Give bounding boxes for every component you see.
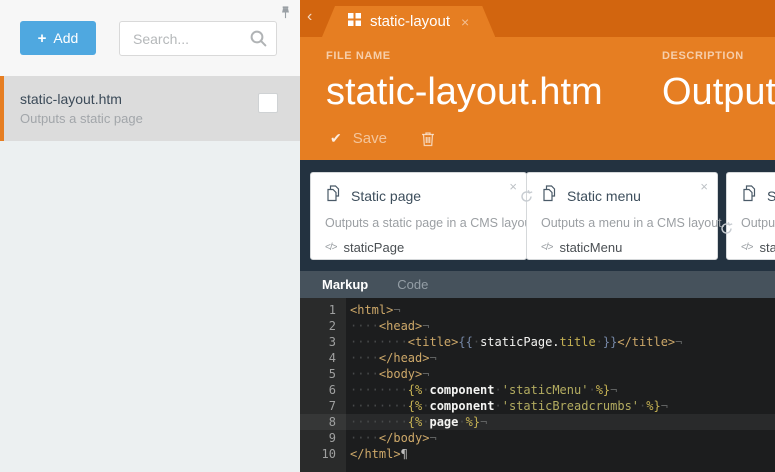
file-item-title: static-layout.htm — [20, 90, 250, 109]
document-header: FILE NAME static-layout.htm DESCRIPTION … — [300, 37, 775, 160]
pages-icon — [741, 185, 758, 207]
code-line[interactable]: 1<html>¬ — [300, 302, 775, 318]
component-card[interactable]: × Static breadcrumbs Outputs breadcrumbs… — [726, 172, 775, 260]
code-icon: </> — [541, 242, 552, 253]
filename-label: FILE NAME — [326, 50, 656, 62]
components-strip: × Static page Outputs a static page in a… — [300, 160, 775, 271]
file-list: static-layout.htm Outputs a static page — [0, 76, 300, 472]
line-number: 3 — [300, 334, 346, 350]
code-icon: </> — [325, 242, 336, 253]
filename-field[interactable]: FILE NAME static-layout.htm — [326, 50, 656, 114]
line-number: 6 — [300, 382, 346, 398]
line-number: 10 — [300, 446, 346, 462]
tab-static-layout[interactable]: static-layout × — [322, 6, 495, 37]
grid-icon — [348, 13, 361, 30]
card-close-icon[interactable]: × — [509, 179, 517, 194]
card-description: Outputs a static page in a CMS layout. — [325, 216, 512, 230]
card-title: Static page — [351, 188, 421, 204]
filename-value[interactable]: static-layout.htm — [326, 71, 656, 114]
tab-markup[interactable]: Markup — [322, 277, 368, 292]
plus-icon: + — [38, 31, 47, 46]
code-icon: </> — [741, 242, 752, 253]
editor-tabbar: Markup Code — [300, 271, 775, 298]
save-row: ✔ Save — [330, 130, 435, 147]
tab-code[interactable]: Code — [397, 277, 428, 292]
sidebar-toolbar: + Add — [0, 0, 300, 76]
card-alias-text: staticMenu — [559, 240, 622, 255]
card-description: Outputs breadcrumbs in a CMS layout. — [741, 216, 775, 230]
description-field[interactable]: DESCRIPTION Outputs a static page — [662, 50, 775, 114]
code-line-text: ····<head>¬ — [346, 318, 430, 334]
code-line-text: ········{%·component·'staticMenu'·%}¬ — [346, 382, 617, 398]
component-card[interactable]: × Static page Outputs a static page in a… — [310, 172, 527, 260]
code-line[interactable]: 10</html>¶ — [300, 446, 775, 462]
refresh-icon — [719, 221, 734, 236]
card-description: Outputs a menu in a CMS layout. — [541, 216, 703, 230]
code-line-text: ········{%·page·%}¬ — [346, 414, 487, 430]
description-value[interactable]: Outputs a static page — [662, 71, 775, 114]
back-chevron-icon[interactable]: ‹ — [307, 9, 312, 25]
card-title: Static breadcrumbs — [767, 188, 775, 204]
search-icon[interactable] — [249, 29, 268, 53]
code-line-text: ····</head>¬ — [346, 350, 437, 366]
code-editor[interactable]: 1<html>¬2····<head>¬3········<title>{{·s… — [300, 298, 775, 472]
description-label: DESCRIPTION — [662, 50, 775, 62]
code-line-text: </html>¶ — [346, 446, 408, 462]
code-line-text: ····</body>¬ — [346, 430, 437, 446]
line-number: 2 — [300, 318, 346, 334]
line-number: 8 — [300, 414, 346, 430]
card-title: Static menu — [567, 188, 641, 204]
code-line[interactable]: 3········<title>{{·staticPage.title·}}</… — [300, 334, 775, 350]
pages-icon — [325, 185, 342, 207]
file-item-checkbox[interactable] — [258, 93, 278, 113]
code-line-text: <html>¬ — [346, 302, 401, 318]
pin-icon[interactable] — [278, 5, 294, 21]
tab-close-icon[interactable]: × — [461, 14, 469, 30]
line-number: 7 — [300, 398, 346, 414]
save-button[interactable]: Save — [353, 130, 387, 147]
line-number: 1 — [300, 302, 346, 318]
card-alias: </> staticPage — [325, 240, 512, 255]
card-alias: </> staticBreadcrumbs — [741, 240, 775, 255]
card-close-icon[interactable]: × — [700, 179, 708, 194]
component-card[interactable]: × Static menu Outputs a menu in a CMS la… — [526, 172, 718, 260]
add-button[interactable]: + Add — [20, 21, 96, 55]
code-line[interactable]: 6········{%·component·'staticMenu'·%}¬ — [300, 382, 775, 398]
search-box — [119, 21, 277, 56]
code-line[interactable]: 2····<head>¬ — [300, 318, 775, 334]
line-number: 4 — [300, 350, 346, 366]
list-item-static-layout[interactable]: static-layout.htm Outputs a static page — [0, 76, 300, 141]
line-number: 9 — [300, 430, 346, 446]
sidebar: + Add static-layout.htm Outputs a static … — [0, 0, 300, 472]
file-item-subtitle: Outputs a static page — [20, 109, 250, 129]
app-window: + Add static-layout.htm Outputs a static … — [0, 0, 775, 472]
refresh-icon — [519, 189, 534, 204]
document-tabbar: ‹ static-layout × — [300, 0, 775, 37]
code-line[interactable]: 7········{%·component·'staticBreadcrumbs… — [300, 398, 775, 414]
trash-icon[interactable] — [421, 131, 435, 147]
add-button-label: Add — [53, 30, 78, 46]
tab-label: static-layout — [370, 13, 450, 30]
code-line-text: ········<title>{{·staticPage.title·}}</t… — [346, 334, 682, 350]
code-line-text: ········{%·component·'staticBreadcrumbs'… — [346, 398, 668, 414]
card-alias-text: staticPage — [343, 240, 404, 255]
code-line[interactable]: 8········{%·page·%}¬ — [300, 414, 775, 430]
code-line-text: ····<body>¬ — [346, 366, 430, 382]
main-panel: ‹ static-layout × FILE NAME static-layou… — [300, 0, 775, 472]
card-alias-text: staticBreadcrumbs — [759, 240, 775, 255]
code-line[interactable]: 9····</body>¬ — [300, 430, 775, 446]
line-number: 5 — [300, 366, 346, 382]
code-line[interactable]: 4····</head>¬ — [300, 350, 775, 366]
card-alias: </> staticMenu — [541, 240, 703, 255]
check-icon: ✔ — [330, 130, 342, 147]
code-line[interactable]: 5····<body>¬ — [300, 366, 775, 382]
pages-icon — [541, 185, 558, 207]
